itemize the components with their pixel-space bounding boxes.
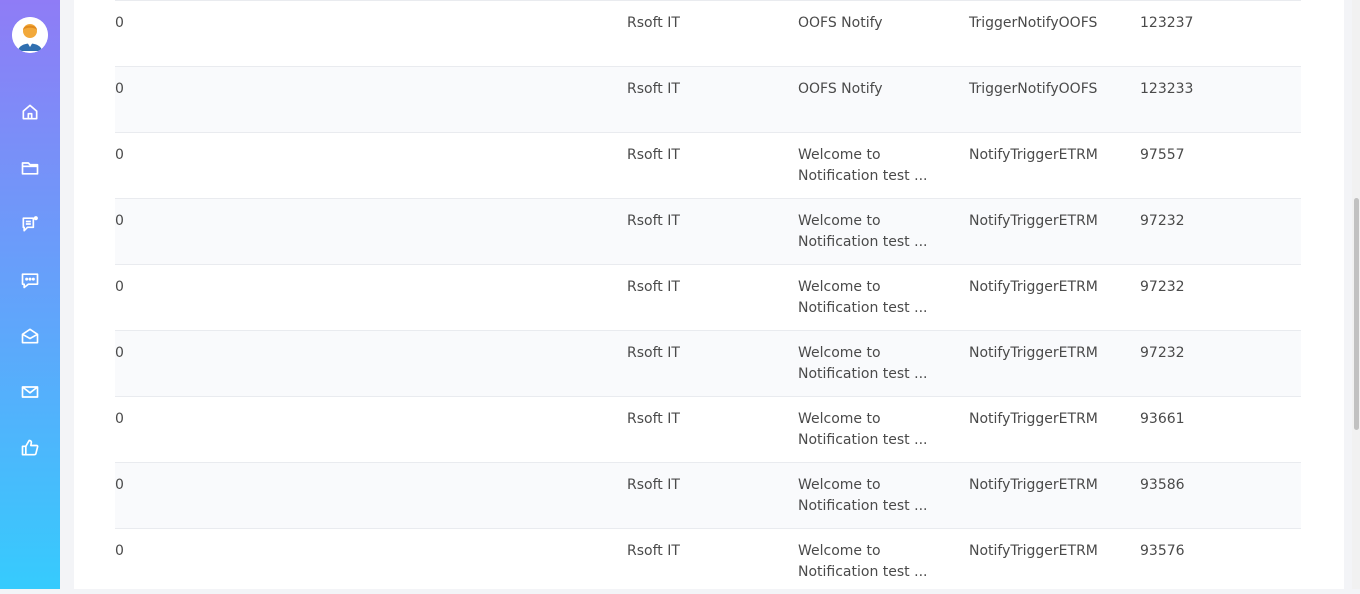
cell-message: OOFS Notify (798, 13, 958, 34)
cell-id: 97557 (1140, 147, 1185, 163)
cell-trigger: NotifyTriggerETRM (969, 543, 1098, 559)
cell-trigger: TriggerNotifyOOFS (969, 81, 1098, 97)
message-line-1: OOFS Notify (798, 81, 883, 97)
cell-message: Welcome to Notification test ... (798, 343, 958, 384)
cell-group: Rsoft IT (627, 81, 680, 97)
message-line-1: Welcome to (798, 147, 881, 163)
message-line-1: Welcome to (798, 411, 881, 427)
scrollbar-thumb[interactable] (1354, 198, 1359, 430)
user-avatar[interactable] (12, 17, 48, 53)
folder-icon (21, 162, 39, 175)
vertical-scrollbar[interactable] (1352, 0, 1360, 589)
table-row[interactable]: 0 Rsoft IT Welcome to Notification test .… (115, 198, 1301, 264)
message-line-2: Notification test ... (798, 167, 928, 184)
cell-count: 0 (115, 15, 124, 31)
table-row[interactable]: 0 Rsoft IT OOFS Notify TriggerNotifyOOFS… (115, 66, 1301, 132)
cell-id: 123233 (1140, 81, 1194, 97)
message-line-2: Notification test ... (798, 299, 928, 316)
content-card: 0 Rsoft IT OOFS Notify TriggerNotifyOOFS… (74, 0, 1344, 589)
cell-message: Welcome to Notification test ... (798, 211, 958, 252)
table-row[interactable]: 0 Rsoft IT OOFS Notify TriggerNotifyOOFS… (115, 0, 1301, 66)
chat-icon (21, 273, 39, 289)
cell-id: 93586 (1140, 477, 1185, 493)
message-line-2: Notification test ... (798, 431, 928, 448)
cell-count: 0 (115, 411, 124, 427)
cell-count: 0 (115, 279, 124, 295)
message-line-2: Notification test ... (798, 365, 928, 382)
cell-group: Rsoft IT (627, 543, 680, 559)
cell-group: Rsoft IT (627, 345, 680, 361)
table-row[interactable]: 0 Rsoft IT Welcome to Notification test .… (115, 264, 1301, 330)
cell-trigger: TriggerNotifyOOFS (969, 15, 1098, 31)
table-row[interactable]: 0 Rsoft IT Welcome to Notification test .… (115, 396, 1301, 462)
message-line-2: Notification test ... (798, 233, 928, 250)
nav-feedback[interactable] (18, 436, 42, 460)
avatar-icon (12, 17, 48, 53)
cell-count: 0 (115, 213, 124, 229)
cell-message: Welcome to Notification test ... (798, 475, 958, 516)
message-line-1: Welcome to (798, 213, 881, 229)
cell-trigger: NotifyTriggerETRM (969, 213, 1098, 229)
cell-group: Rsoft IT (627, 477, 680, 493)
cell-group: Rsoft IT (627, 279, 680, 295)
cell-id: 93661 (1140, 411, 1185, 427)
message-line-2: Notification test ... (798, 563, 928, 580)
notification-list-icon (22, 216, 38, 232)
cell-trigger: NotifyTriggerETRM (969, 345, 1098, 361)
cell-count: 0 (115, 147, 124, 163)
cell-id: 97232 (1140, 279, 1185, 295)
cell-trigger: NotifyTriggerETRM (969, 279, 1098, 295)
cell-group: Rsoft IT (627, 213, 680, 229)
thumbs-up-icon (21, 439, 39, 456)
nav-notifications[interactable] (18, 212, 42, 236)
table-row[interactable]: 0 Rsoft IT Welcome to Notification test .… (115, 528, 1301, 594)
cell-count: 0 (115, 81, 124, 97)
home-icon (22, 104, 38, 120)
sidebar (0, 0, 60, 589)
nav-open-mail[interactable] (18, 324, 42, 348)
cell-group: Rsoft IT (627, 411, 680, 427)
message-line-2: Notification test ... (798, 497, 928, 514)
notification-table: 0 Rsoft IT OOFS Notify TriggerNotifyOOFS… (115, 0, 1301, 594)
nav-mail[interactable] (18, 380, 42, 404)
cell-trigger: NotifyTriggerETRM (969, 411, 1098, 427)
cell-message: Welcome to Notification test ... (798, 277, 958, 318)
cell-id: 123237 (1140, 15, 1194, 31)
cell-id: 93576 (1140, 543, 1185, 559)
cell-id: 97232 (1140, 213, 1185, 229)
cell-message: Welcome to Notification test ... (798, 541, 958, 582)
message-line-1: Welcome to (798, 543, 881, 559)
message-line-1: Welcome to (798, 279, 881, 295)
cell-message: Welcome to Notification test ... (798, 409, 958, 450)
mail-icon (21, 386, 39, 398)
cell-trigger: NotifyTriggerETRM (969, 147, 1098, 163)
nav-folder[interactable] (18, 156, 42, 180)
cell-count: 0 (115, 543, 124, 559)
message-line-1: Welcome to (798, 345, 881, 361)
table-row[interactable]: 0 Rsoft IT Welcome to Notification test .… (115, 462, 1301, 528)
open-mail-icon (21, 328, 39, 344)
nav-home[interactable] (18, 100, 42, 124)
cell-message: OOFS Notify (798, 79, 958, 100)
cell-message: Welcome to Notification test ... (798, 145, 958, 186)
nav-chat[interactable] (18, 268, 42, 292)
cell-count: 0 (115, 477, 124, 493)
cell-count: 0 (115, 345, 124, 361)
cell-trigger: NotifyTriggerETRM (969, 477, 1098, 493)
cell-group: Rsoft IT (627, 15, 680, 31)
cell-id: 97232 (1140, 345, 1185, 361)
table-row[interactable]: 0 Rsoft IT Welcome to Notification test .… (115, 330, 1301, 396)
message-line-1: Welcome to (798, 477, 881, 493)
message-line-1: OOFS Notify (798, 15, 883, 31)
cell-group: Rsoft IT (627, 147, 680, 163)
table-row[interactable]: 0 Rsoft IT Welcome to Notification test .… (115, 132, 1301, 198)
